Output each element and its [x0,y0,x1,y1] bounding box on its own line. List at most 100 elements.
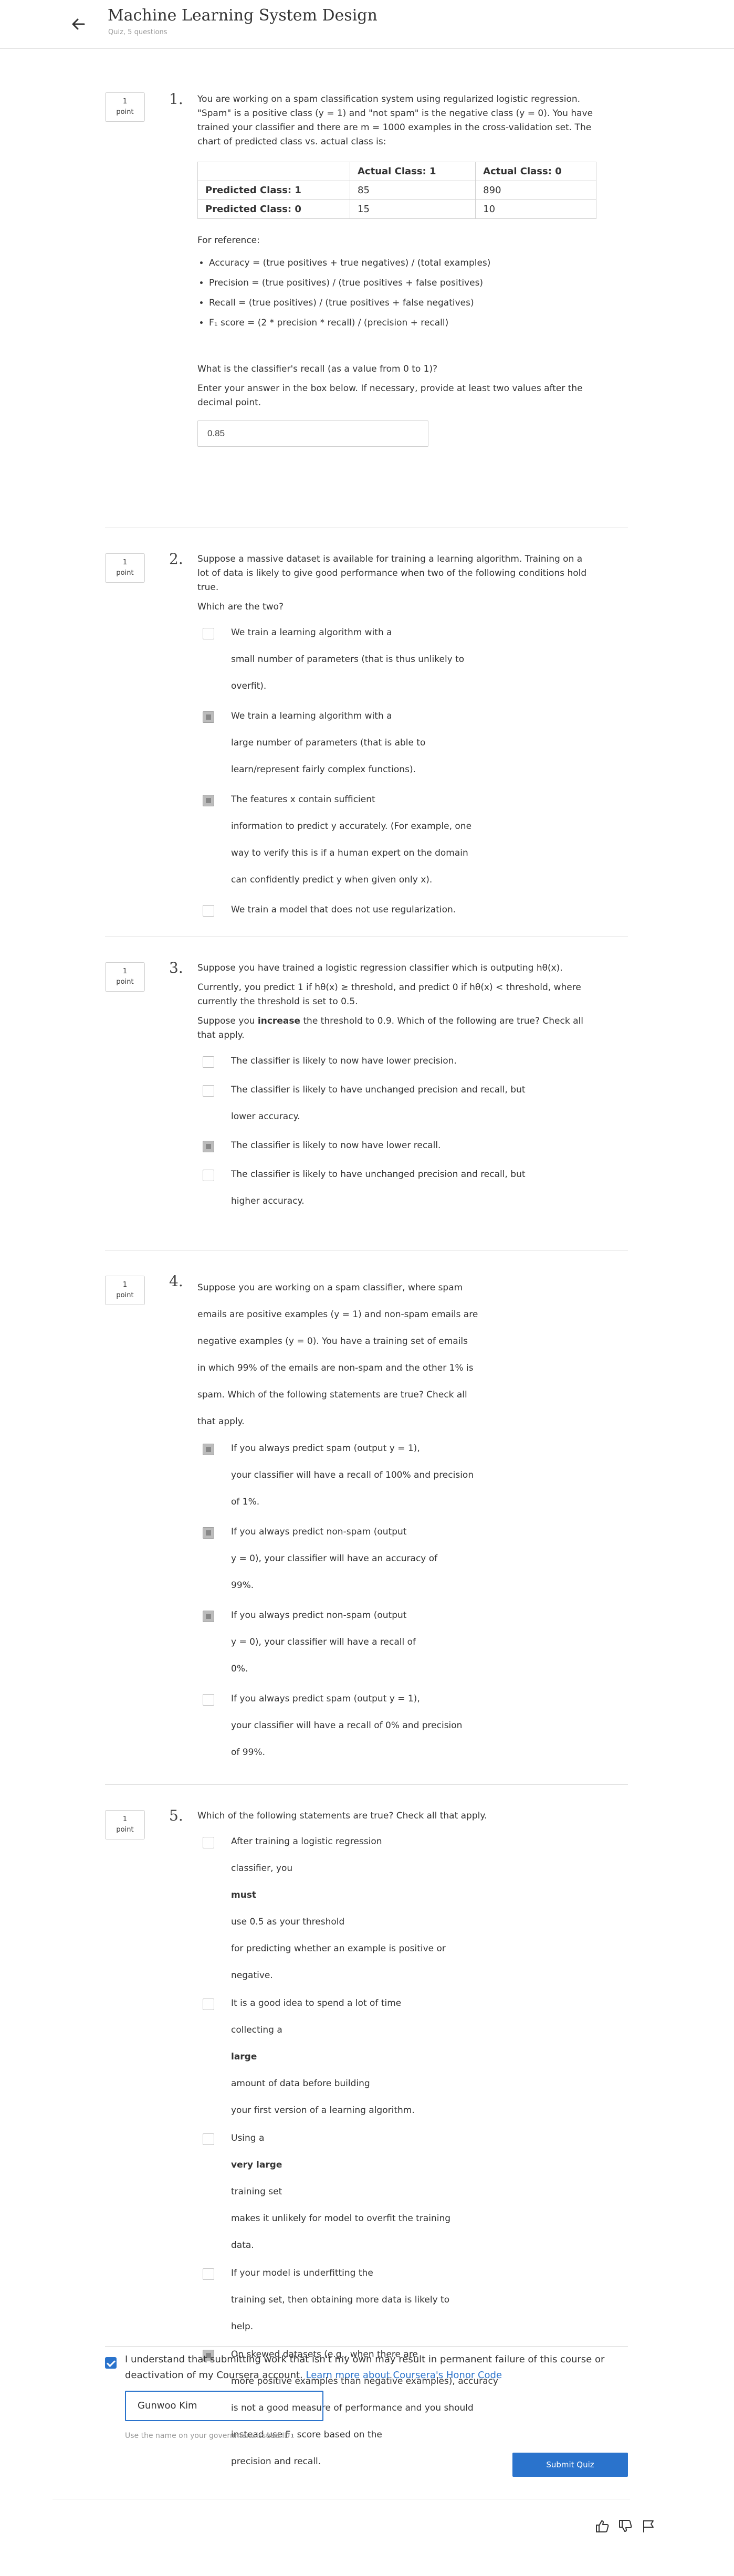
answer-option[interactable]: If your model is underfitting the trainin… [197,2260,596,2340]
answer-option[interactable]: If you always predict spam (output y = 1… [197,1686,596,1766]
question-text-line: in which 99% of the emails are non-spam … [197,1363,474,1373]
option-checkbox[interactable] [203,628,214,639]
question-text-2: Currently, you predict 1 if hθ(x) ≥ thre… [197,982,581,1007]
option-checkbox[interactable] [203,2133,214,2145]
text-span: help. [231,2321,254,2332]
option-label-line: 99%. [231,1572,596,1599]
option-checkbox[interactable] [203,1141,214,1152]
option-label-line: classifier, you must use 0.5 as your thr… [231,1855,596,1936]
option-label: If you always predict spam (output y = 1… [231,1435,596,1516]
option-checkbox[interactable] [203,1694,214,1706]
answer-option[interactable]: If you always predict non-spam (output y … [197,1602,596,1683]
option-label-line: help. [231,2314,596,2340]
thumbs-down-icon[interactable] [617,2518,633,2534]
arrow-left-icon[interactable] [68,14,89,35]
option-checkbox[interactable] [203,795,214,806]
option-label: The classifier is likely to now have low… [231,1132,596,1159]
reference-list: Accuracy = (true positives + true negati… [197,253,596,333]
question-4: 1 point 4. Suppose you are working on a … [105,1250,628,1785]
question-text: Suppose you have trained a logistic regr… [197,963,563,973]
answer-option[interactable]: After training a logistic regression clas… [197,1828,596,1989]
option-checkbox[interactable] [203,1444,214,1455]
option-label: Using a very large training set makes it … [231,2125,596,2259]
emphasis-text: must [231,1890,257,1900]
option-checkbox[interactable] [203,1056,214,1068]
option-checkbox[interactable] [203,905,214,917]
points-value: 1 [122,1281,128,1289]
option-label-line: We train a learning algorithm with a [231,619,596,646]
answer-option[interactable]: The classifier is likely to now have low… [197,1132,596,1159]
points-value: 1 [122,1815,128,1823]
question-number: 1. [169,90,183,108]
list-item: F₁ score = (2 * precision * recall) / (p… [209,313,596,333]
option-checkbox[interactable] [203,1527,214,1539]
text-span: The classifier is likely to have unchang… [231,1169,526,1180]
emphasis-text: large [231,2052,257,2062]
option-label: If your model is underfitting the trainin… [231,2260,596,2340]
text-span: The features x contain sufficient [231,794,375,805]
option-label-line: for predicting whether an example is pos… [231,1936,596,1962]
table-row: Actual Class: 1 Actual Class: 0 [197,162,596,181]
quiz-subtitle: Quiz, 5 questions [108,28,167,36]
text-span: training set [231,2186,282,2197]
question-prompt: What is the classifier's recall (as a va… [197,364,438,374]
option-label-line: negative. [231,1962,596,1989]
table-row-header: Predicted Class: 1 [197,181,350,200]
answer-option[interactable]: We train a learning algorithm with a larg… [197,703,596,783]
text-span: We train a model that does not use regul… [231,905,456,915]
question-number: 3. [169,959,183,976]
answer-option[interactable]: The classifier is likely to have unchang… [197,1077,596,1130]
answer-option[interactable]: If you always predict non-spam (output y … [197,1519,596,1599]
answer-option[interactable]: We train a model that does not use regul… [197,897,596,923]
points-label: point [116,978,134,986]
text-span: of 99%. [231,1747,265,1758]
text-span: If you always predict non-spam (output [231,1527,407,1537]
points-label: point [116,1826,134,1834]
table-cell [197,162,350,181]
option-label-line: collecting a large amount of data before… [231,2017,596,2097]
text-span: It is a good idea to spend a lot of time [231,1998,402,2009]
option-label: If you always predict spam (output y = 1… [231,1686,596,1766]
answer-option[interactable]: It is a good idea to spend a lot of time… [197,1990,596,2124]
honor-code-checkbox[interactable] [105,2357,117,2369]
text-span: training set, then obtaining more data i… [231,2295,450,2305]
text-span: We train a learning algorithm with a [231,711,392,721]
option-checkbox[interactable] [203,1837,214,1848]
legal-name-hint: Use the name on your government issued I… [125,2432,290,2440]
thumbs-up-icon[interactable] [594,2518,610,2534]
question-number: 4. [169,1273,183,1290]
confusion-matrix: Actual Class: 1 Actual Class: 0 Predicte… [197,162,596,219]
answer-option[interactable]: The classifier is likely to now have low… [197,1048,596,1075]
option-checkbox[interactable] [203,2268,214,2280]
text-span: learn/represent fairly complex functions… [231,764,416,775]
table-cell: 890 [475,181,596,200]
answer-instruction: Enter your answer in the box below. If n… [197,383,583,408]
text-span: The classifier is likely to now have low… [231,1056,457,1066]
answer-option[interactable]: We train a learning algorithm with a smal… [197,619,596,700]
text-span: If you always predict spam (output y = 1… [231,1694,420,1704]
submit-quiz-button[interactable]: Submit Quiz [512,2453,628,2477]
answer-input[interactable] [197,420,428,447]
answer-option[interactable]: The classifier is likely to have unchang… [197,1161,596,1215]
points-label: point [116,108,134,116]
text-span: way to verify this is if a human expert … [231,848,468,858]
text-span: If your model is underfitting the [231,2268,373,2278]
option-label-line: training set, then obtaining more data i… [231,2287,596,2314]
option-checkbox[interactable] [203,711,214,723]
option-checkbox[interactable] [203,1999,214,2010]
option-checkbox[interactable] [203,1085,214,1097]
answer-option[interactable]: The features x contain sufficient informa… [197,786,596,893]
question-1: 1 point 1. You are working on a spam cla… [105,48,628,528]
legal-name-input[interactable]: Gunwoo Kim [125,2391,323,2421]
flag-icon[interactable] [641,2518,656,2534]
option-label-line: The classifier is likely to have unchang… [231,1077,596,1103]
answer-option[interactable]: Using a very large training set makes it … [197,2125,596,2259]
honor-code-link[interactable]: Learn more about Coursera's Honor Code [306,2370,502,2381]
option-label-line: your classifier will have a recall of 10… [231,1462,596,1489]
list-item: Recall = (true positives) / (true positi… [209,293,596,313]
option-label: We train a learning algorithm with a larg… [231,703,596,783]
answer-option[interactable]: If you always predict spam (output y = 1… [197,1435,596,1516]
option-checkbox[interactable] [203,1170,214,1181]
option-label: If you always predict non-spam (output y … [231,1519,596,1599]
option-checkbox[interactable] [203,1611,214,1622]
